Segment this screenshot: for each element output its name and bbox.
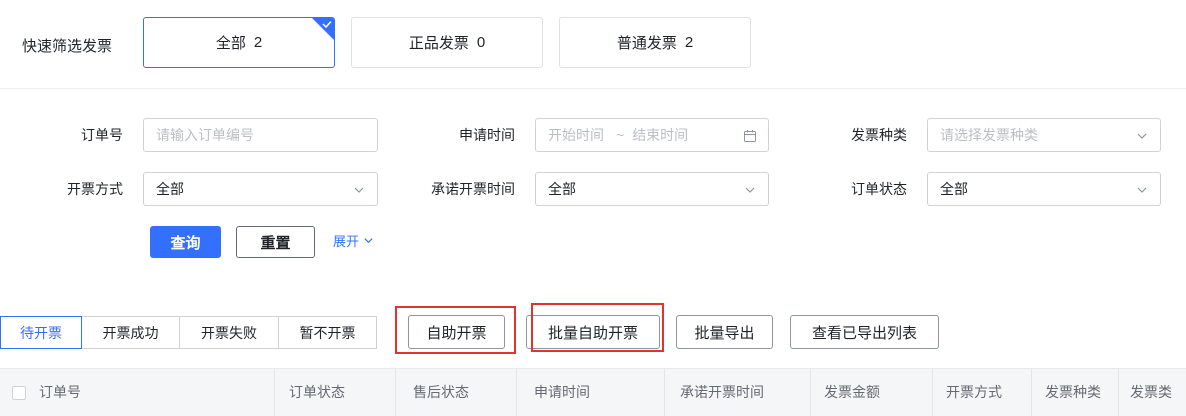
apply-time-end-input[interactable] <box>632 127 703 143</box>
order-status-value: 全部 <box>940 181 968 197</box>
column-divider <box>1031 369 1032 416</box>
invoice-method-select[interactable]: 全部 <box>143 172 378 206</box>
batch-self-invoice-button[interactable]: 批量自助开票 <box>526 315 660 349</box>
column-header: 订单状态 <box>289 384 345 400</box>
self-invoice-button[interactable]: 自助开票 <box>408 315 505 349</box>
card-label: 全部 <box>215 35 246 52</box>
column-header: 售后状态 <box>413 384 469 400</box>
checkbox-icon[interactable] <box>12 386 26 400</box>
batch-export-button[interactable]: 批量导出 <box>676 315 773 349</box>
invoice-status-tabs: 待开票 开票成功 开票失败 暂不开票 <box>0 316 377 349</box>
order-number-input[interactable] <box>143 118 378 152</box>
range-separator: ~ <box>616 127 625 143</box>
chevron-down-icon <box>744 183 756 195</box>
calendar-icon <box>744 129 756 142</box>
chevron-down-icon <box>353 183 365 195</box>
invoice-method-value: 全部 <box>156 181 184 197</box>
query-button[interactable]: 查询 <box>150 226 221 258</box>
column-divider <box>395 369 396 416</box>
order-number-label: 订单号 <box>81 127 123 143</box>
reset-button[interactable]: 重置 <box>236 226 315 258</box>
chevron-down-icon <box>359 232 374 252</box>
card-count: 2 <box>684 34 694 51</box>
invoice-method-label: 开票方式 <box>67 181 123 197</box>
quick-filter-card-all[interactable]: 全部 2 <box>143 17 335 68</box>
expand-link[interactable]: 展开 <box>333 232 374 252</box>
apply-time-start-input[interactable] <box>548 127 608 143</box>
view-exported-list-button[interactable]: 查看已导出列表 <box>790 315 939 349</box>
tab-suspended[interactable]: 暂不开票 <box>278 316 377 349</box>
invoice-kind-select[interactable]: 请选择发票种类 <box>927 118 1161 152</box>
apply-time-range-picker[interactable]: ~ <box>535 118 769 152</box>
section-divider <box>0 88 1186 89</box>
column-divider <box>274 369 275 416</box>
column-divider <box>932 369 933 416</box>
tab-pending[interactable]: 待开票 <box>0 316 82 349</box>
promise-time-label: 承诺开票时间 <box>431 181 515 197</box>
chevron-down-icon <box>1136 129 1148 141</box>
column-divider <box>810 369 811 416</box>
check-icon <box>312 18 334 40</box>
column-divider <box>664 369 665 416</box>
card-count: 2 <box>253 34 263 51</box>
invoice-kind-label: 发票种类 <box>851 127 907 143</box>
invoice-kind-placeholder: 请选择发票种类 <box>940 127 1038 143</box>
apply-time-label: 申请时间 <box>459 127 515 143</box>
column-header: 承诺开票时间 <box>680 384 764 400</box>
expand-label: 展开 <box>333 234 360 249</box>
column-header: 申请时间 <box>534 384 590 400</box>
card-label: 正品发票 <box>408 35 469 52</box>
quick-filter-card-genuine[interactable]: 正品发票 0 <box>351 17 543 68</box>
column-header: 订单号 <box>39 384 81 400</box>
quick-filter-label: 快速筛选发票 <box>22 38 113 55</box>
quick-filter-card-normal[interactable]: 普通发票 2 <box>559 17 751 68</box>
chevron-down-icon <box>1136 183 1148 195</box>
column-divider <box>516 369 517 416</box>
table-header: 订单号 订单状态 售后状态 申请时间 承诺开票时间 发票金额 开票方式 发票种类… <box>0 368 1186 416</box>
order-status-label: 订单状态 <box>851 181 907 197</box>
column-header: 发票金额 <box>824 384 880 400</box>
card-label: 普通发票 <box>616 35 677 52</box>
order-status-select[interactable]: 全部 <box>927 172 1161 206</box>
tab-failed[interactable]: 开票失败 <box>179 316 279 349</box>
column-header: 发票种类 <box>1045 384 1101 400</box>
tab-success[interactable]: 开票成功 <box>81 316 180 349</box>
column-divider <box>1118 369 1119 416</box>
promise-time-value: 全部 <box>548 181 576 197</box>
promise-time-select[interactable]: 全部 <box>535 172 769 206</box>
column-header: 开票方式 <box>946 384 1002 400</box>
column-header: 发票类 <box>1130 384 1172 400</box>
card-count: 0 <box>476 34 486 51</box>
